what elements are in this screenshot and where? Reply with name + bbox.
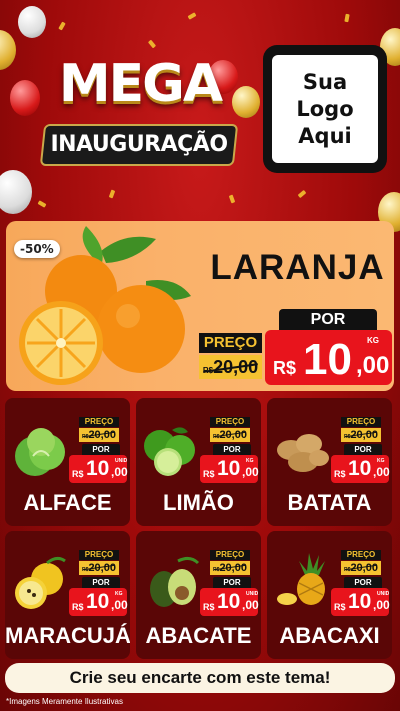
- confetti-decoration: [108, 189, 116, 199]
- old-price: R$20,00: [341, 428, 381, 442]
- old-price: R$20,00: [341, 561, 381, 575]
- price-unit: UNID: [246, 591, 259, 597]
- cta-banner: Crie seu encarte com este tema!: [5, 663, 395, 693]
- price-integer: 10: [86, 590, 110, 613]
- confetti-decoration: [37, 200, 47, 208]
- new-price-label: POR: [213, 444, 251, 455]
- product-name: ABACATE: [145, 623, 252, 648]
- balloon-decoration: [10, 80, 40, 116]
- price-currency: R$: [273, 358, 297, 378]
- discount-badge: -50%: [14, 240, 60, 258]
- product-name: ALFACE: [23, 490, 112, 515]
- product-name: BATATA: [287, 490, 372, 515]
- old-price: R$20,00: [79, 428, 119, 442]
- logo-placeholder: Sua Logo Aqui: [272, 55, 378, 163]
- product-name: MARACUJÁ: [5, 623, 130, 648]
- confetti-decoration: [344, 13, 350, 23]
- price-currency: R$: [203, 469, 215, 479]
- price-integer: 10: [86, 457, 110, 480]
- old-price: R$20,00: [210, 428, 250, 442]
- headline-inauguracao-banner: INAUGURAÇÃO: [39, 124, 239, 166]
- pineapple-icon: [277, 553, 325, 605]
- price-cents: ,00: [373, 598, 390, 612]
- lime-icon: [144, 427, 195, 476]
- price-tag: R$ 10,00 KG: [331, 455, 390, 483]
- price-integer: 10: [303, 335, 352, 384]
- confetti-decoration: [297, 189, 307, 199]
- featured-product-name: LARANJA: [210, 248, 385, 287]
- price-cents: ,00: [242, 598, 259, 612]
- price-tag: R$ 10,00 UNID: [331, 588, 390, 616]
- old-price-label: PREÇO: [210, 550, 250, 560]
- balloon-decoration: [18, 6, 46, 38]
- price-cents: ,00: [356, 352, 390, 379]
- price-currency: R$: [203, 602, 215, 612]
- lettuce-icon: [15, 428, 65, 476]
- product-card: PREÇO R$20,00 POR R$ 10,00 KG LIMÃO: [136, 398, 261, 526]
- price-cents: ,00: [111, 465, 128, 479]
- old-price-label: PREÇO: [210, 417, 250, 427]
- old-price-label: PREÇO: [79, 550, 119, 560]
- price-cents: ,00: [111, 598, 128, 612]
- passion-fruit-icon: [15, 556, 66, 609]
- headline-inauguracao: INAUGURAÇÃO: [50, 132, 228, 157]
- product-name: LIMÃO: [163, 490, 234, 515]
- product-name: ABACAXI: [279, 623, 380, 648]
- price-integer: 10: [348, 590, 372, 613]
- price-cents: ,00: [242, 465, 259, 479]
- price-unit: KG: [377, 458, 385, 464]
- price-currency: R$: [334, 602, 346, 612]
- price-integer: 10: [348, 457, 372, 480]
- price-tag: R$ 10,00 KG: [69, 588, 128, 616]
- new-price-label: POR: [279, 309, 377, 331]
- product-card: PREÇO R$20,00 POR R$ 10,00 UNID ABACAXI: [267, 531, 392, 659]
- new-price-label: POR: [213, 577, 251, 588]
- price-unit: UNID: [377, 591, 390, 597]
- old-price-label: PREÇO: [341, 550, 381, 560]
- potato-icon: [277, 434, 329, 472]
- balloon-decoration: [0, 170, 32, 214]
- product-card: PREÇO R$20,00 POR R$ 10,00 UNID ABACATE: [136, 531, 261, 659]
- price-currency: R$: [72, 469, 84, 479]
- price-currency: R$: [72, 602, 84, 612]
- old-price: R$20,00: [199, 355, 262, 379]
- price-integer: 10: [217, 457, 241, 480]
- confetti-decoration: [187, 12, 197, 20]
- price-tag: R$ 10,00 KG: [200, 455, 259, 483]
- new-price-label: POR: [82, 444, 120, 455]
- featured-price-tag: R$ 10 ,00 KG: [265, 330, 392, 385]
- avocado-icon: [150, 556, 200, 607]
- price-tag: R$ 10,00 UNID: [200, 588, 259, 616]
- old-price-label: PREÇO: [79, 417, 119, 427]
- old-price-label: PREÇO: [199, 333, 262, 353]
- price-tag: R$ 10,00 UNID: [69, 455, 128, 483]
- old-price: R$20,00: [79, 561, 119, 575]
- confetti-decoration: [147, 39, 157, 49]
- confetti-decoration: [58, 21, 66, 31]
- old-price-label: PREÇO: [341, 417, 381, 427]
- price-unit: KG: [115, 591, 123, 597]
- new-price-label: POR: [344, 444, 382, 455]
- logo-frame: Sua Logo Aqui: [263, 45, 387, 173]
- confetti-decoration: [228, 194, 236, 204]
- product-card: PREÇO R$20,00 POR R$ 10,00 KG BATATA: [267, 398, 392, 526]
- old-price: R$20,00: [210, 561, 250, 575]
- new-price-label: POR: [82, 577, 120, 588]
- product-card: PREÇO R$20,00 POR R$ 10,00 UNID ALFACE: [5, 398, 130, 526]
- headline-mega: MEGA: [58, 54, 223, 114]
- price-unit: KG: [367, 336, 379, 345]
- price-unit: UNID: [115, 458, 128, 464]
- price-unit: KG: [246, 458, 254, 464]
- balloon-decoration: [0, 30, 16, 70]
- product-card: PREÇO R$20,00 POR R$ 10,00 KG MARACUJÁ: [5, 531, 130, 659]
- new-price-label: POR: [344, 577, 382, 588]
- disclaimer-text: *Imagens Meramente Ilustrativas: [6, 697, 123, 706]
- price-currency: R$: [334, 469, 346, 479]
- price-cents: ,00: [373, 465, 390, 479]
- price-integer: 10: [217, 590, 241, 613]
